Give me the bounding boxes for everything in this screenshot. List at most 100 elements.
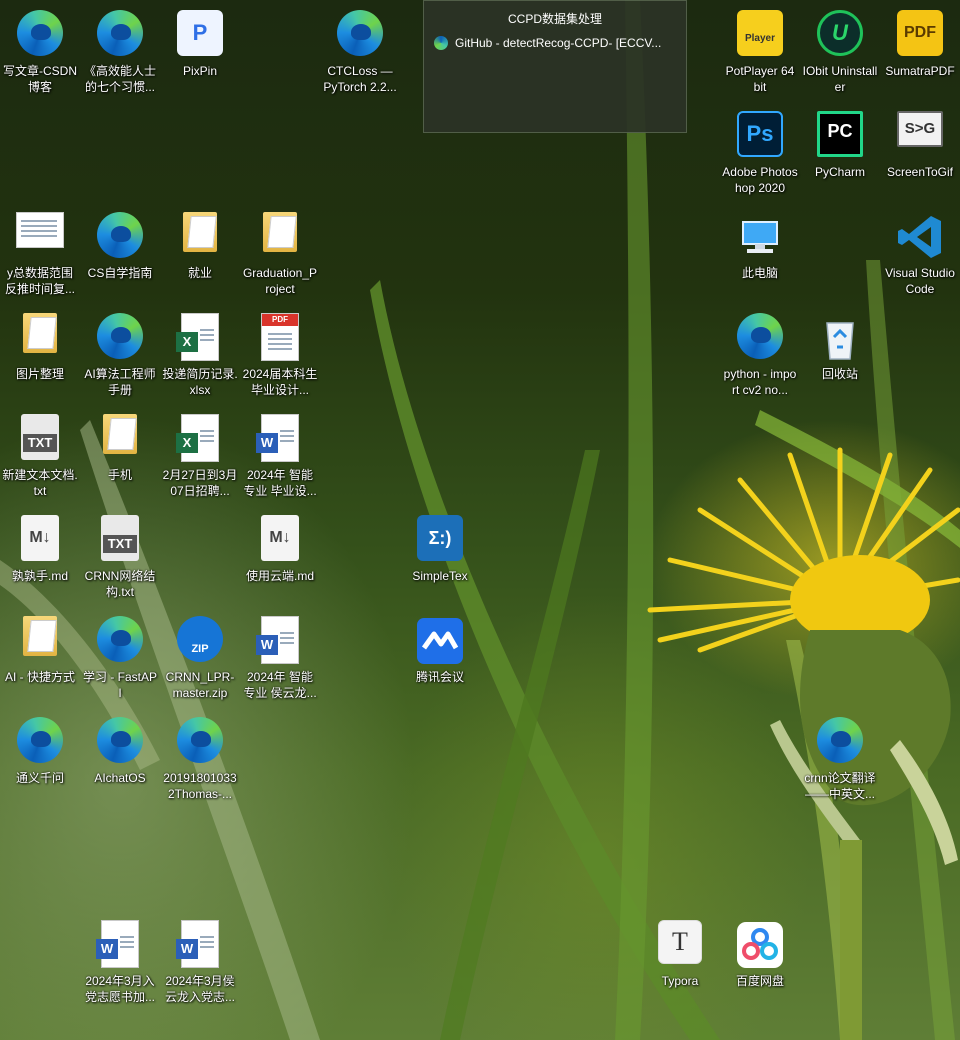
vscode-icon xyxy=(898,216,941,258)
icon-label: 2024届本科生毕业设计... xyxy=(242,367,318,397)
icon-label: 此电脑 xyxy=(741,266,778,280)
desktop-icon-thomas[interactable]: 201918010332Thomas-... xyxy=(161,709,239,807)
desktop-icon-tencent-meeting[interactable]: 腾讯会议 xyxy=(401,608,479,706)
desktop-icon-ctcloss[interactable]: CTCLoss — PyTorch 2.2... xyxy=(321,2,399,100)
desktop-icon-crnn-translation[interactable]: crnn论文翻译——中英文... xyxy=(801,709,879,807)
icon-label: 2024年 智能专业 侯云龙... xyxy=(243,670,317,700)
desktop-icon-pictures[interactable]: 图片整理 xyxy=(1,305,79,403)
document-thumbnail-icon xyxy=(16,212,64,248)
desktop-icon-csdn[interactable]: 写文章-CSDN博客 xyxy=(1,2,79,100)
icon-label: 投递简历记录.xlsx xyxy=(162,367,238,397)
folder-icon xyxy=(263,212,297,252)
pixpin-icon: P xyxy=(177,10,223,56)
desktop-icon-ai-shortcut[interactable]: AI - 快捷方式 xyxy=(1,608,79,706)
word-icon: W xyxy=(256,414,299,462)
preview-window-item[interactable]: GitHub - detectRecog-CCPD- [ECCV... xyxy=(434,36,686,50)
icon-label: 就业 xyxy=(187,266,212,280)
icon-label: Graduation_Project xyxy=(242,266,318,296)
icon-label: crnn论文翻译——中英文... xyxy=(804,771,876,801)
desktop-icon-habits[interactable]: 《高效能人士的七个习惯... xyxy=(81,2,159,100)
desktop-icon-pycharm[interactable]: PC PyCharm xyxy=(801,103,879,201)
desktop-icon-recycle-bin[interactable]: 回收站 xyxy=(801,305,879,403)
icon-label: AIchatOS xyxy=(94,771,146,785)
folder-icon xyxy=(23,313,57,353)
desktop-icon-party-application-1[interactable]: W 2024年3月入党志愿书加... xyxy=(81,912,159,1010)
excel-icon: X xyxy=(176,313,219,361)
edge-icon xyxy=(97,313,143,359)
desktop-icon-typora[interactable]: T Typora xyxy=(641,912,719,1010)
desktop-icon-thesis-pdf[interactable]: PDF 2024届本科生毕业设计... xyxy=(241,305,319,403)
folder-icon xyxy=(183,212,217,252)
edge-icon xyxy=(817,717,863,763)
desktop-icon-ydata[interactable]: y总数据范围反推时间复... xyxy=(1,204,79,302)
txt-file-icon: TXT xyxy=(21,414,59,460)
icon-label: CRNN_LPR-master.zip xyxy=(165,670,235,700)
desktop-icon-tongyi[interactable]: 通义千问 xyxy=(1,709,79,807)
icon-label: 使用云端.md xyxy=(245,569,314,583)
desktop-icon-recruit-xlsx[interactable]: X 2月27日到3月07日招聘... xyxy=(161,406,239,504)
edge-icon xyxy=(97,212,143,258)
desktop-icon-graduation-project[interactable]: Graduation_Project xyxy=(241,204,319,302)
icon-label: AI - 快捷方式 xyxy=(4,670,75,684)
word-icon: W xyxy=(96,920,139,968)
desktop-icon-iobit[interactable]: U IObit Uninstaller xyxy=(801,2,879,100)
icon-label: 2月27日到3月07日招聘... xyxy=(162,468,238,498)
icon-label: Adobe Photoshop 2020 xyxy=(722,165,798,195)
icon-label: CS自学指南 xyxy=(87,266,153,280)
icon-label: 图片整理 xyxy=(15,367,64,381)
desktop-icon-this-pc[interactable]: 此电脑 xyxy=(721,204,799,302)
desktop-icon-hou-docx[interactable]: W 2024年 智能专业 侯云龙... xyxy=(241,608,319,706)
icon-label: 写文章-CSDN博客 xyxy=(3,64,77,94)
desktop-icon-potplayer[interactable]: Player PotPlayer 64 bit xyxy=(721,2,799,100)
desktop-icon-aichatos[interactable]: AIchatOS xyxy=(81,709,159,807)
desktop-icon-resume-xlsx[interactable]: X 投递简历记录.xlsx xyxy=(161,305,239,403)
icon-label: PyCharm xyxy=(814,165,865,179)
desktop-icon-cloud-md[interactable]: M↓ 使用云端.md xyxy=(241,507,319,605)
word-icon: W xyxy=(176,920,219,968)
desktop-icon-crnn-txt[interactable]: TXT CRNN网络结构.txt xyxy=(81,507,159,605)
this-pc-icon xyxy=(742,221,778,253)
icon-label: Visual Studio Code xyxy=(885,266,955,296)
icon-label: 回收站 xyxy=(821,367,858,381)
zip-archive-icon: ZIP xyxy=(177,616,223,662)
desktop-icon-design-docx[interactable]: W 2024年 智能专业 毕业设... xyxy=(241,406,319,504)
desktop-icon-baidu-netdisk[interactable]: 百度网盘 xyxy=(721,912,799,1010)
folder-icon xyxy=(23,616,57,656)
desktop-icon-python-cv2[interactable]: python - import cv2 no... xyxy=(721,305,799,403)
icon-label: CRNN网络结构.txt xyxy=(84,569,156,599)
desktop-icon-phone[interactable]: 手机 xyxy=(81,406,159,504)
preview-title: CCPD数据集处理 xyxy=(507,12,602,26)
desktop-icon-fastapi[interactable]: 学习 - FastAPI xyxy=(81,608,159,706)
desktop-icon-pixpin[interactable]: P PixPin xyxy=(161,2,239,100)
desktop-icon-csguide[interactable]: CS自学指南 xyxy=(81,204,159,302)
icon-label: 通义千问 xyxy=(15,771,64,785)
desktop-icon-party-application-2[interactable]: W 2024年3月侯云龙入党志... xyxy=(161,912,239,1010)
edge-icon xyxy=(97,10,143,56)
desktop-icon-jiuye[interactable]: 就业 xyxy=(161,204,239,302)
icon-label: 2024年3月侯云龙入党志... xyxy=(164,974,235,1004)
icon-label: 手机 xyxy=(107,468,132,482)
desktop-icon-sumatrapdf[interactable]: PDF SumatraPDF xyxy=(881,2,959,100)
desktop-icon-photoshop[interactable]: Ps Adobe Photoshop 2020 xyxy=(721,103,799,201)
txt-file-icon: TXT xyxy=(101,515,139,561)
desktop-icon-vscode[interactable]: Visual Studio Code xyxy=(881,204,959,302)
desktop-icon-crnn-zip[interactable]: ZIP CRNN_LPR-master.zip xyxy=(161,608,239,706)
markdown-file-icon: M↓ xyxy=(21,515,59,561)
icon-label: 百度网盘 xyxy=(735,974,784,988)
desktop-icon-new-txt[interactable]: TXT 新建文本文档.txt xyxy=(1,406,79,504)
desktop-icon-simpletex[interactable]: Σ:) SimpleTex xyxy=(401,507,479,605)
typora-icon: T xyxy=(658,920,702,964)
icon-label: SimpleTex xyxy=(412,569,468,583)
icon-label: 腾讯会议 xyxy=(415,670,464,684)
icon-label: 201918010332Thomas-... xyxy=(163,771,237,801)
desktop-icon-shushu-md[interactable]: M↓ 孰孰手.md xyxy=(1,507,79,605)
word-icon: W xyxy=(256,616,299,664)
icon-label: IObit Uninstaller xyxy=(802,64,878,94)
icon-label: Typora xyxy=(661,974,699,988)
icon-label: ScreenToGif xyxy=(886,165,954,179)
icon-label: 2024年3月入党志愿书加... xyxy=(84,974,155,1004)
iobit-uninstaller-icon: U xyxy=(817,10,863,56)
desktop-icon-screentogif[interactable]: S>G ScreenToGif xyxy=(881,103,959,201)
pycharm-icon: PC xyxy=(817,111,863,157)
desktop-icon-ai-handbook[interactable]: AI算法工程师手册 xyxy=(81,305,159,403)
